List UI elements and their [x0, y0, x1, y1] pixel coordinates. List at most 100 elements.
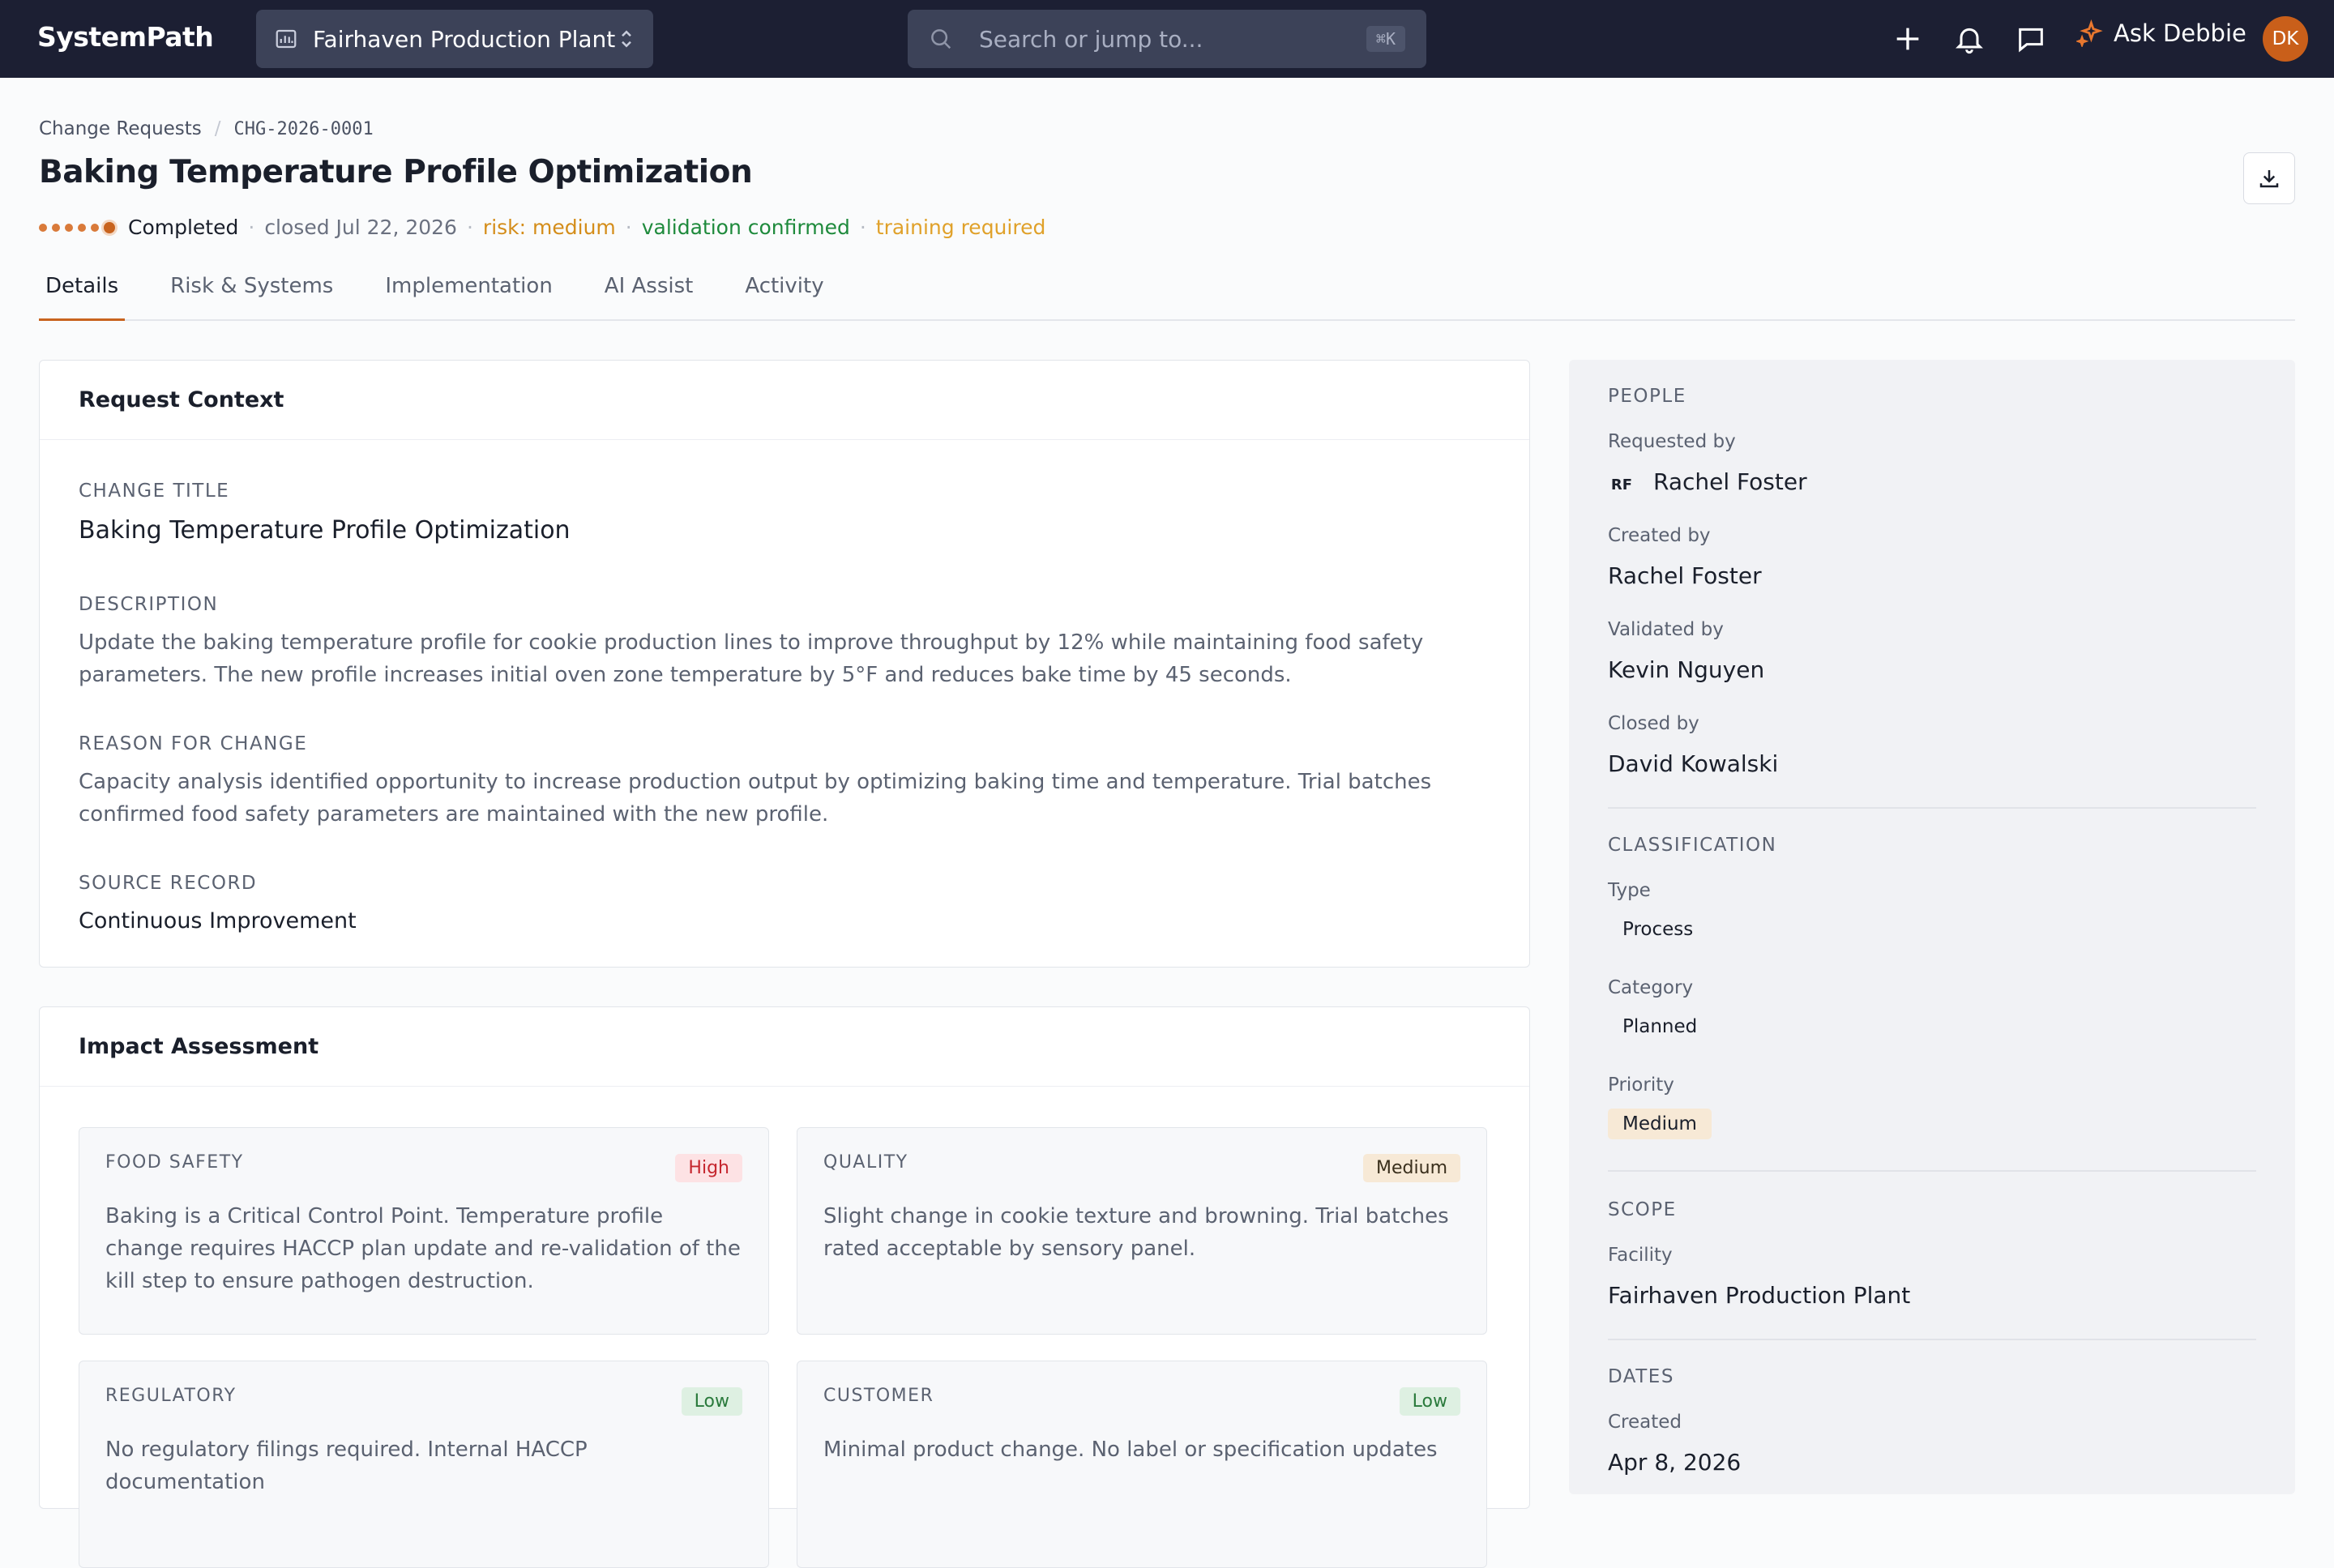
impact-customer: CUSTOMER Low Minimal product change. No …	[797, 1361, 1487, 1568]
tab-implementation[interactable]: Implementation	[378, 271, 558, 321]
ask-debbie-button[interactable]: Ask Debbie	[2076, 19, 2246, 47]
app-logo[interactable]: SystemPath	[37, 21, 214, 53]
sparkle-icon	[2076, 19, 2103, 47]
breadcrumb-parent[interactable]: Change Requests	[39, 118, 202, 139]
progress-dot	[78, 223, 86, 232]
progress-dot-current	[104, 221, 115, 233]
user-avatar[interactable]: DK	[2263, 16, 2308, 62]
field-label: SOURCE RECORD	[79, 873, 258, 894]
breadcrumb-current: CHG-2026-0001	[233, 118, 374, 139]
details-sidebar: PEOPLE Requested by RF Rachel Foster Crea…	[1569, 360, 2295, 1494]
change-title-field: CHANGE TITLE Baking Temperature Profile …	[79, 481, 571, 545]
chevron-up-down-icon	[622, 30, 631, 48]
status-training: training required	[875, 216, 1046, 239]
progress-dot	[52, 223, 60, 232]
section-divider	[1608, 1339, 2256, 1340]
tab-bar: Details Risk & Systems Implementation AI…	[39, 271, 2295, 321]
requester-name[interactable]: Rachel Foster	[1653, 468, 1807, 495]
status-line: Completed · closed Jul 22, 2026 · risk: …	[39, 216, 1045, 239]
status-separator: ·	[248, 216, 255, 239]
breadcrumb: Change Requests / CHG-2026-0001	[39, 118, 374, 139]
priority-label: Priority	[1608, 1075, 1674, 1096]
card-heading: Impact Assessment	[40, 1007, 1529, 1087]
section-divider	[1608, 807, 2256, 809]
field-label: DESCRIPTION	[79, 594, 219, 615]
status-separator: ·	[859, 216, 866, 239]
request-context-card: Request Context CHANGE TITLE Baking Temp…	[39, 360, 1530, 968]
description-field: DESCRIPTION Update the baking temperatur…	[79, 594, 1473, 691]
impact-text: Minimal product change. No label or spec…	[823, 1438, 1438, 1462]
requested-by-value: RF Rachel Foster	[1608, 468, 1807, 495]
status-closed-date: closed Jul 22, 2026	[264, 216, 457, 239]
impact-level-badge: Low	[681, 1387, 742, 1416]
status-state: Completed	[128, 216, 239, 239]
search-input[interactable]: Search or jump to... ⌘K	[908, 10, 1426, 68]
status-validation: validation confirmed	[641, 216, 850, 239]
impact-label: REGULATORY	[105, 1386, 237, 1406]
priority-chip: Medium	[1608, 1109, 1712, 1139]
tab-details[interactable]: Details	[39, 271, 126, 321]
impact-quality: QUALITY Medium Slight change in cookie t…	[797, 1127, 1487, 1335]
chat-icon[interactable]	[2015, 23, 2047, 55]
field-label: REASON FOR CHANGE	[79, 733, 308, 754]
facility-label: Facility	[1608, 1245, 1673, 1266]
facility-value: Fairhaven Production Plant	[1608, 1282, 1911, 1309]
source-record-field: SOURCE RECORD Continuous Improvement	[79, 873, 357, 934]
created-by-label: Created by	[1608, 525, 1711, 546]
validated-by-label: Validated by	[1608, 619, 1724, 640]
card-heading: Request Context	[40, 361, 1529, 440]
tab-risk-systems[interactable]: Risk & Systems	[164, 271, 340, 321]
impact-text: Slight change in cookie texture and brow…	[823, 1204, 1449, 1261]
breadcrumb-separator: /	[214, 118, 221, 139]
page-title: Baking Temperature Profile Optimization	[39, 154, 753, 190]
facility-selector[interactable]: Fairhaven Production Plant	[256, 10, 653, 68]
tab-ai-assist[interactable]: AI Assist	[598, 271, 700, 321]
status-separator: ·	[466, 216, 473, 239]
status-separator: ·	[625, 216, 632, 239]
impact-level-badge: Low	[1399, 1387, 1460, 1416]
type-label: Type	[1608, 880, 1651, 901]
download-button[interactable]	[2243, 152, 2295, 204]
factory-icon	[276, 29, 297, 49]
download-icon	[2259, 170, 2279, 188]
impact-level-badge: Medium	[1363, 1154, 1460, 1182]
field-label: CHANGE TITLE	[79, 481, 230, 502]
impact-label: CUSTOMER	[823, 1386, 934, 1406]
reason-value: Capacity analysis identified opportunity…	[79, 770, 1432, 827]
search-placeholder: Search or jump to...	[979, 25, 1203, 53]
impact-regulatory: REGULATORY Low No regulatory filings req…	[79, 1361, 769, 1568]
category-chip: Planned	[1622, 1016, 1698, 1037]
change-title-value: Baking Temperature Profile Optimization	[79, 516, 571, 545]
requester-initials: RF	[1610, 476, 1633, 493]
type-chip: Process	[1622, 919, 1694, 940]
section-label-classification: CLASSIFICATION	[1608, 835, 1777, 856]
progress-dots	[39, 221, 115, 233]
impact-label: FOOD SAFETY	[105, 1152, 244, 1173]
bell-icon[interactable]	[1953, 23, 1986, 55]
top-navigation-bar: SystemPath Fairhaven Production Plant Se…	[0, 0, 2334, 78]
section-label-dates: DATES	[1608, 1366, 1674, 1387]
plus-icon[interactable]	[1892, 23, 1924, 55]
created-date-label: Created	[1608, 1412, 1682, 1433]
impact-text: Baking is a Critical Control Point. Temp…	[105, 1204, 741, 1293]
ask-debbie-label: Ask Debbie	[2114, 19, 2246, 47]
section-label-scope: SCOPE	[1608, 1199, 1677, 1220]
impact-assessment-card: Impact Assessment FOOD SAFETY High Bakin…	[39, 1006, 1530, 1568]
created-date-value: Apr 8, 2026	[1608, 1449, 1742, 1476]
description-value: Update the baking temperature profile fo…	[79, 630, 1424, 687]
requested-by-label: Requested by	[1608, 431, 1736, 452]
progress-dot	[91, 223, 99, 232]
impact-level-badge: High	[675, 1154, 742, 1182]
status-risk: risk: medium	[482, 216, 616, 239]
reason-field: REASON FOR CHANGE Capacity analysis iden…	[79, 733, 1473, 831]
facility-selector-label: Fairhaven Production Plant	[313, 25, 616, 53]
source-record-value: Continuous Improvement	[79, 908, 357, 934]
section-divider	[1608, 1170, 2256, 1172]
progress-dot	[65, 223, 73, 232]
progress-dot	[39, 223, 47, 232]
section-label-people: PEOPLE	[1608, 386, 1686, 407]
impact-food-safety: FOOD SAFETY High Baking is a Critical Co…	[79, 1127, 769, 1335]
tab-activity[interactable]: Activity	[738, 271, 830, 321]
created-by-value: Rachel Foster	[1608, 562, 1762, 589]
search-icon	[931, 29, 951, 49]
